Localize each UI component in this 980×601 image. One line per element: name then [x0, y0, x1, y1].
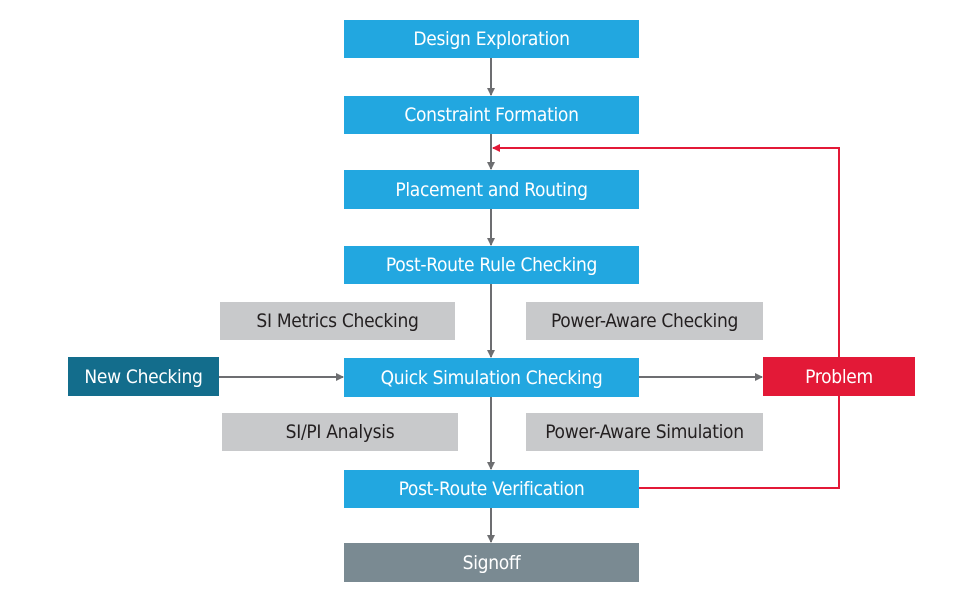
- node-placement-routing: Placement and Routing: [344, 170, 639, 209]
- node-power-aware-checking: Power-Aware Checking: [526, 302, 763, 340]
- node-design-exploration: Design Exploration: [344, 20, 639, 58]
- node-new-checking: New Checking: [68, 357, 219, 396]
- connectors: [219, 58, 840, 543]
- node-si-pi-analysis: SI/PI Analysis: [222, 413, 458, 451]
- node-problem: Problem: [763, 357, 915, 396]
- node-signoff: Signoff: [344, 543, 639, 582]
- node-post-route-verification: Post-Route Verification: [344, 470, 639, 508]
- node-quick-simulation-checking: Quick Simulation Checking: [344, 358, 639, 397]
- node-constraint-formation: Constraint Formation: [344, 96, 639, 134]
- node-post-route-rule-checking: Post-Route Rule Checking: [344, 246, 639, 284]
- node-power-aware-simulation: Power-Aware Simulation: [526, 413, 763, 451]
- node-si-metrics-checking: SI Metrics Checking: [220, 302, 455, 340]
- flow-diagram: Design Exploration Constraint Formation …: [0, 0, 980, 601]
